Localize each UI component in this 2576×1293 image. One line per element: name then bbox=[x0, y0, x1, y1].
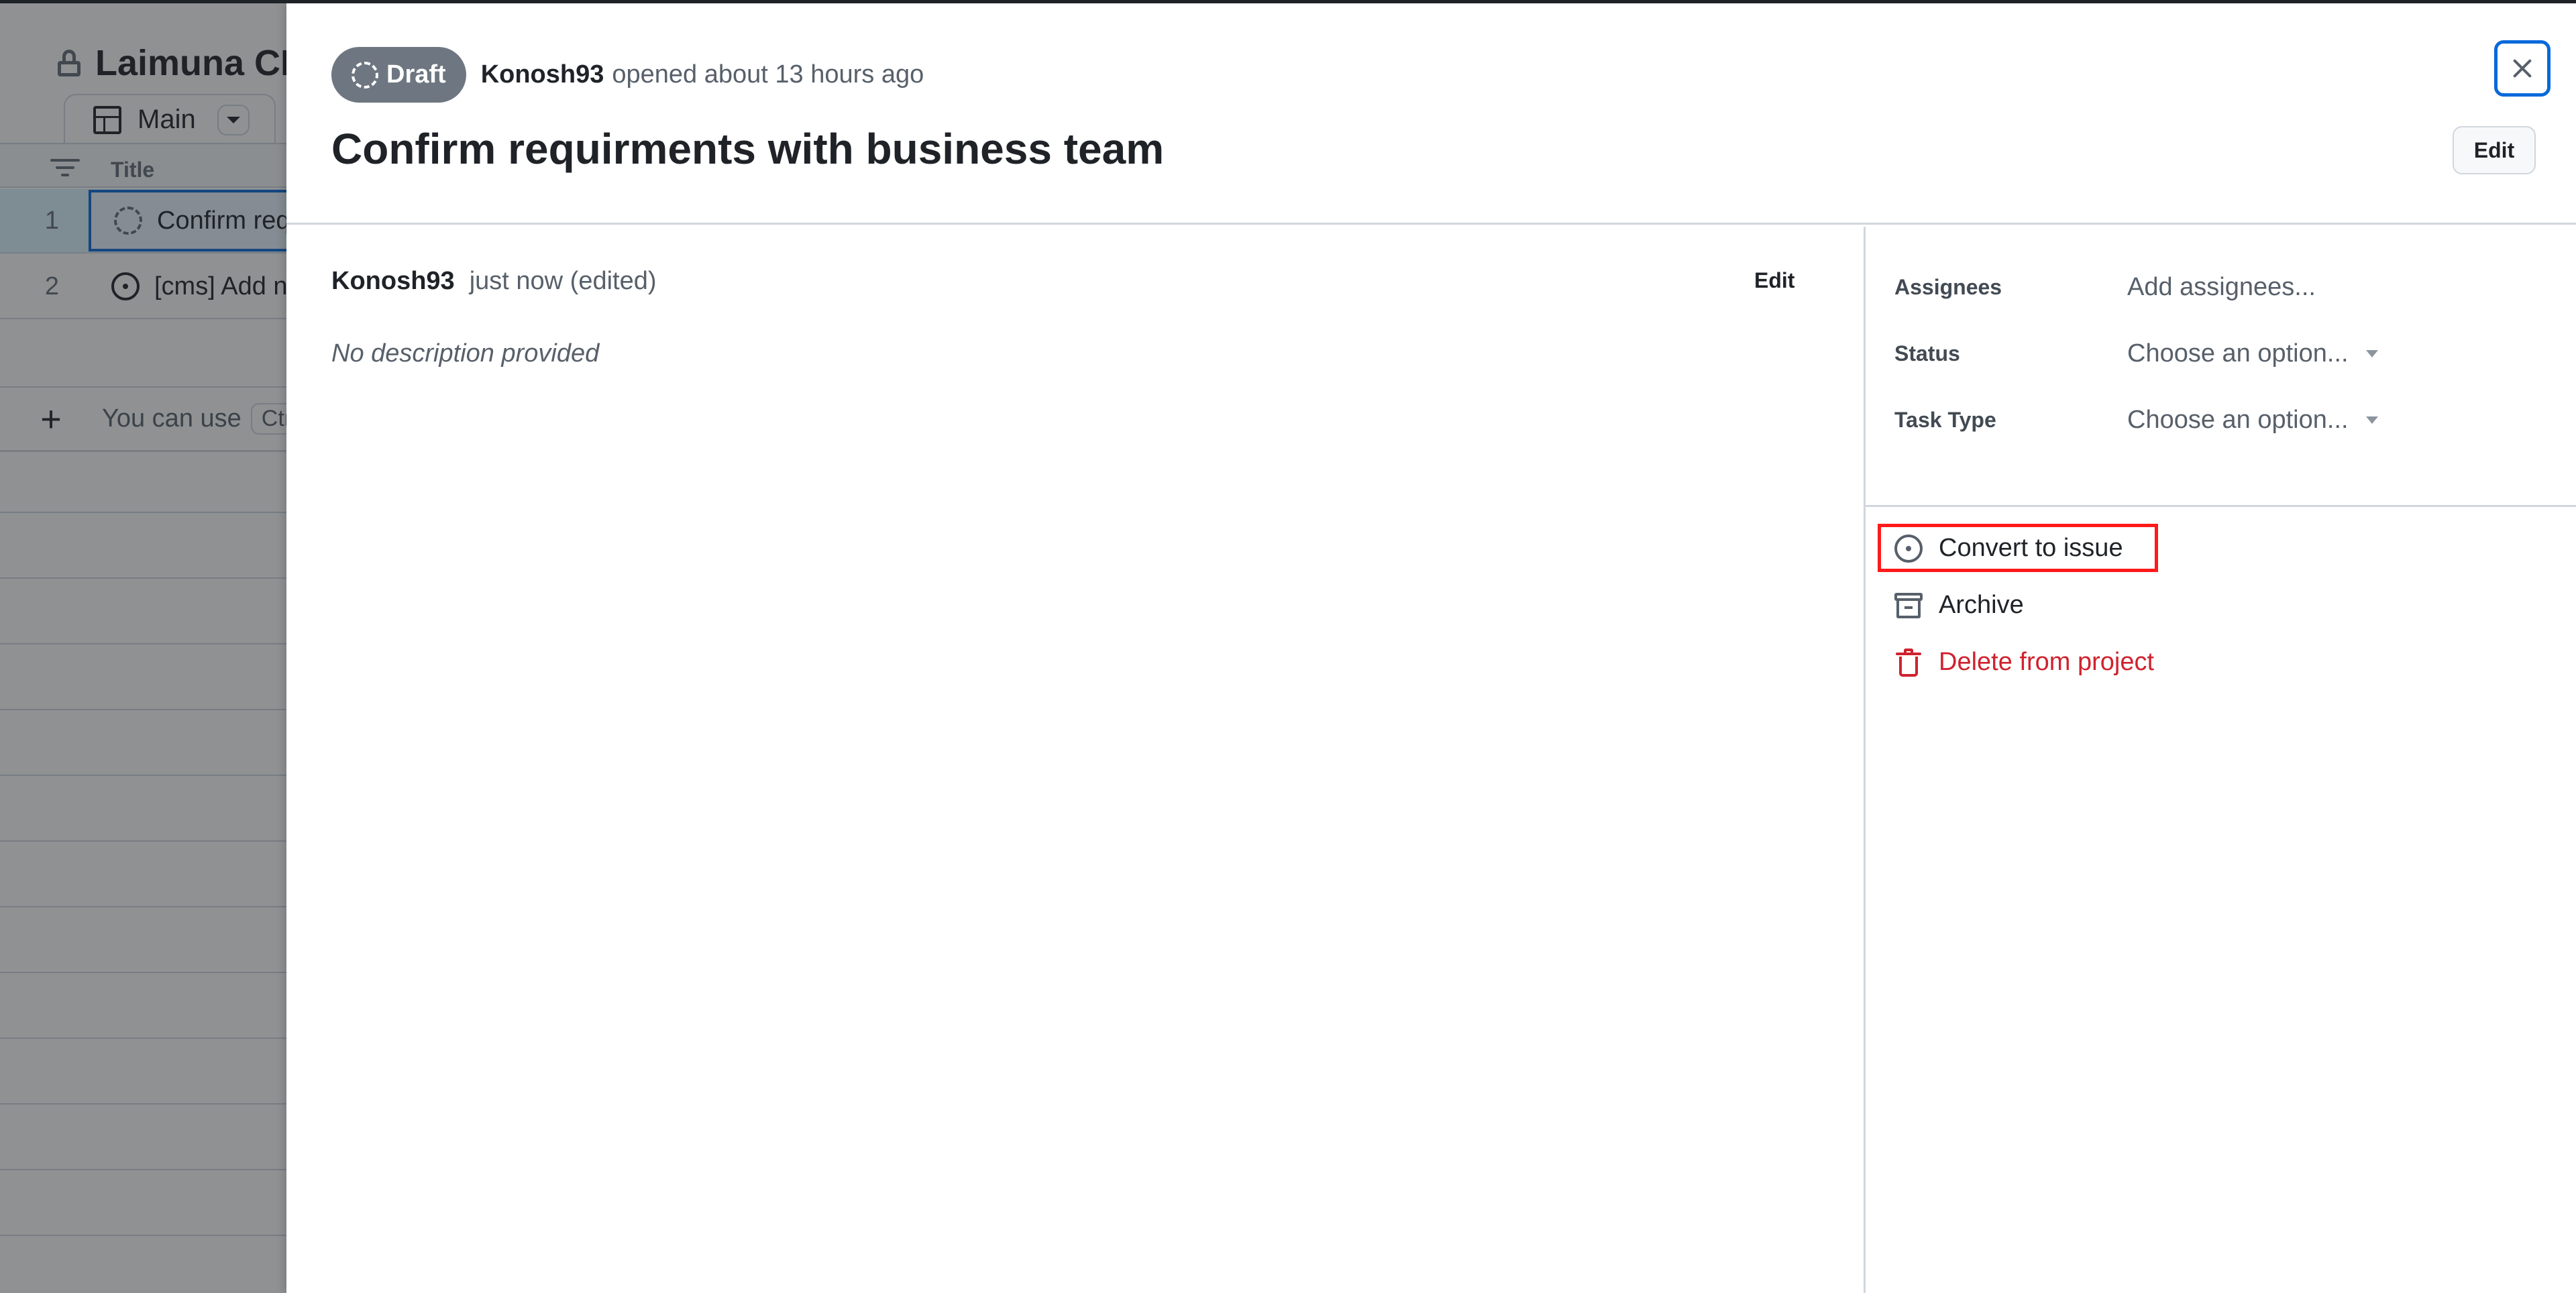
comment-header: Konosh93 just now (edited) bbox=[331, 267, 657, 296]
issue-opened-icon bbox=[1894, 534, 1923, 563]
field-value: Add assignees... bbox=[2127, 272, 2316, 301]
close-icon bbox=[2512, 58, 2532, 78]
field-task-type[interactable]: Task Type Choose an option... bbox=[1866, 393, 2576, 447]
field-label: Status bbox=[1894, 341, 1960, 366]
author-link[interactable]: Konosh93 bbox=[481, 60, 604, 89]
caret-down-icon bbox=[2365, 416, 2378, 424]
item-body: Konosh93 just now (edited) Edit No descr… bbox=[286, 227, 1864, 1293]
draft-icon bbox=[352, 61, 378, 89]
field-label: Assignees bbox=[1894, 274, 2002, 299]
convert-to-issue-button[interactable]: Convert to issue bbox=[1894, 534, 2123, 563]
field-label: Task Type bbox=[1894, 407, 1996, 432]
field-assignees[interactable]: Assignees Add assignees... bbox=[1866, 260, 2576, 314]
archive-button[interactable]: Archive bbox=[1894, 591, 2024, 620]
badge-label: Draft bbox=[386, 60, 446, 89]
window-top-bar bbox=[0, 0, 2576, 3]
action-label: Archive bbox=[1939, 591, 2024, 619]
item-meta: Draft Konosh93 opened about 13 hours ago bbox=[331, 47, 924, 103]
status-select[interactable]: Choose an option... bbox=[2127, 339, 2378, 368]
sidebar-divider bbox=[1866, 505, 2576, 507]
edit-title-button[interactable]: Edit bbox=[2453, 126, 2536, 174]
opened-timestamp: opened about 13 hours ago bbox=[612, 60, 924, 89]
edit-description-button[interactable]: Edit bbox=[1754, 268, 1794, 293]
assignees-picker[interactable]: Add assignees... bbox=[2127, 273, 2316, 302]
field-value: Choose an option... bbox=[2127, 405, 2349, 434]
action-label: Convert to issue bbox=[1939, 534, 2123, 562]
comment-author[interactable]: Konosh93 bbox=[331, 267, 455, 296]
task-type-select[interactable]: Choose an option... bbox=[2127, 406, 2378, 435]
caret-down-icon bbox=[2365, 349, 2378, 357]
comment-timestamp: just now (edited) bbox=[469, 267, 657, 295]
item-fields-sidebar: Assignees Add assignees... Status Choose… bbox=[1864, 227, 2576, 1293]
item-side-panel: Draft Konosh93 opened about 13 hours ago… bbox=[286, 3, 2576, 1293]
description-text: No description provided bbox=[331, 339, 600, 368]
panel-header: Draft Konosh93 opened about 13 hours ago… bbox=[286, 3, 2576, 225]
delete-from-project-button[interactable]: Delete from project bbox=[1894, 648, 2154, 677]
field-value: Choose an option... bbox=[2127, 339, 2349, 368]
status-badge: Draft bbox=[331, 47, 466, 103]
close-button[interactable] bbox=[2494, 40, 2551, 97]
archive-icon bbox=[1894, 592, 1923, 620]
trash-icon bbox=[1894, 648, 1923, 677]
item-title: Confirm requirments with business team bbox=[331, 125, 1165, 173]
action-label: Delete from project bbox=[1939, 648, 2155, 676]
field-status[interactable]: Status Choose an option... bbox=[1866, 327, 2576, 380]
